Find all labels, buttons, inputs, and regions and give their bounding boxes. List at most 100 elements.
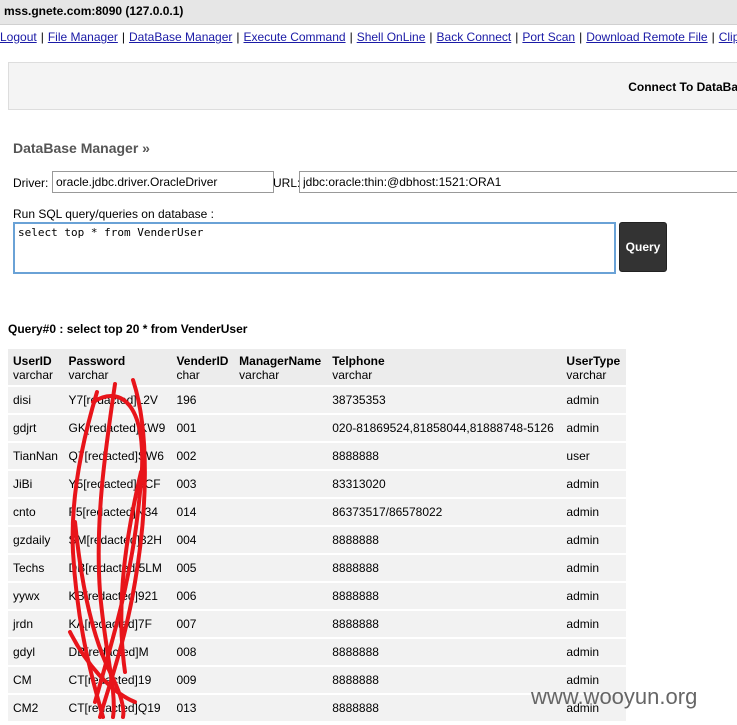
table-cell-venderid: 001 xyxy=(171,414,235,443)
nav-separator: | xyxy=(711,30,715,44)
browser-title-bar: mss.gnete.com:8090 (127.0.0.1) xyxy=(0,0,737,25)
host-label: mss.gnete.com:8090 (127.0.0.1) xyxy=(4,4,184,18)
nav-separator: | xyxy=(515,30,519,44)
nav-separator: | xyxy=(349,30,353,44)
table-cell-managername xyxy=(234,610,328,639)
table-cell-usertype: admin xyxy=(561,414,626,443)
table-cell-usertype: admin xyxy=(561,386,626,415)
table-cell-usertype: admin xyxy=(561,610,626,639)
table-cell-password: DB[redacted]M xyxy=(63,638,172,667)
connect-panel: Connect To DataBa xyxy=(8,62,737,110)
column-header-usertype: UserType varchar xyxy=(561,349,626,387)
sql-query-textarea[interactable]: select top * from VenderUser xyxy=(13,222,616,274)
column-type: char xyxy=(176,368,200,382)
table-cell-telphone: 83313020 xyxy=(327,470,562,499)
table-cell-password: DB[redacted]5LM xyxy=(63,554,172,583)
table-cell-userid: gdjrt xyxy=(8,414,64,443)
table-cell-venderid: 002 xyxy=(171,442,235,471)
table-row: JiBi Y5[redacted]BCF 003 83313020 admin xyxy=(8,470,626,499)
table-cell-password: KA[redacted]7F xyxy=(63,610,172,639)
table-cell-managername xyxy=(234,414,328,443)
query-button[interactable]: Query xyxy=(619,222,667,272)
nav-link-database-manager[interactable]: DataBase Manager xyxy=(129,30,232,44)
table-row: disi Y7[redacted]L2V 196 38735353 admin xyxy=(8,386,626,415)
table-cell-venderid: 196 xyxy=(171,386,235,415)
table-cell-managername xyxy=(234,498,328,527)
nav-link-file-manager[interactable]: File Manager xyxy=(48,30,118,44)
table-cell-telphone: 38735353 xyxy=(327,386,562,415)
table-cell-usertype: admin xyxy=(561,526,626,555)
nav-link-port-scan[interactable]: Port Scan xyxy=(522,30,575,44)
table-row: yywx KB[redacted]921 006 8888888 admin xyxy=(8,582,626,611)
table-cell-usertype: admin xyxy=(561,554,626,583)
table-cell-userid: disi xyxy=(8,386,64,415)
table-cell-userid: Techs xyxy=(8,554,64,583)
table-row: gdjrt GK[redacted]KW9 001 020-81869524,8185… xyxy=(8,414,626,443)
column-header-telphone: Telphone varchar xyxy=(327,349,562,387)
nav-link-shell-online[interactable]: Shell OnLine xyxy=(357,30,426,44)
table-cell-managername xyxy=(234,666,328,695)
table-cell-managername xyxy=(234,694,328,723)
table-cell-userid: cnto xyxy=(8,498,64,527)
driver-input[interactable] xyxy=(52,171,274,193)
table-cell-managername xyxy=(234,442,328,471)
table-cell-venderid: 007 xyxy=(171,610,235,639)
table-row: TianNan Q7[redacted]SW6 002 8888888 user xyxy=(8,442,626,471)
nav-link-logout[interactable]: Logout xyxy=(0,30,37,44)
table-cell-usertype: admin xyxy=(561,470,626,499)
column-type: varchar xyxy=(239,368,280,382)
table-cell-password: CT[redacted]19 xyxy=(63,666,172,695)
table-cell-telphone: 8888888 xyxy=(327,610,562,639)
table-cell-venderid: 014 xyxy=(171,498,235,527)
table-row: Techs DB[redacted]5LM 005 8888888 admin xyxy=(8,554,626,583)
nav-link-download-remote-file[interactable]: Download Remote File xyxy=(586,30,707,44)
table-cell-password: Q7[redacted]SW6 xyxy=(63,442,172,471)
table-cell-venderid: 003 xyxy=(171,470,235,499)
table-cell-managername xyxy=(234,470,328,499)
table-cell-userid: yywx xyxy=(8,582,64,611)
table-cell-venderid: 004 xyxy=(171,526,235,555)
table-cell-telphone: 8888888 xyxy=(327,582,562,611)
nav-link-execute-command[interactable]: Execute Command xyxy=(244,30,346,44)
nav-separator: | xyxy=(236,30,240,44)
table-row: cnto F5[redacted]N34 014 86373517/86578022 a… xyxy=(8,498,626,527)
table-row: gdyl DB[redacted]M 008 8888888 admin xyxy=(8,638,626,667)
table-body: disi Y7[redacted]L2V 196 38735353 admin gdjrt… xyxy=(8,386,626,723)
section-title: DataBase Manager » xyxy=(13,140,150,156)
table-cell-venderid: 013 xyxy=(171,694,235,723)
column-name: UserType xyxy=(566,354,621,368)
table-cell-userid: gzdaily xyxy=(8,526,64,555)
column-header-managername: ManagerName varchar xyxy=(234,349,328,387)
table-cell-password: SM[redacted]32H xyxy=(63,526,172,555)
table-cell-telphone: 8888888 xyxy=(327,442,562,471)
column-header-venderid: VenderID char xyxy=(171,349,235,387)
nav-separator: | xyxy=(579,30,583,44)
table-cell-userid: jrdn xyxy=(8,610,64,639)
table-cell-telphone: 020-81869524,81858044,81888748-5126 xyxy=(327,414,562,443)
nav-separator: | xyxy=(121,30,125,44)
url-input[interactable] xyxy=(299,171,737,193)
table-cell-usertype: admin xyxy=(561,582,626,611)
table-cell-usertype: user xyxy=(561,442,626,471)
column-header-password: Password varchar xyxy=(63,349,172,387)
table-cell-telphone: 8888888 xyxy=(327,554,562,583)
table-cell-venderid: 005 xyxy=(171,554,235,583)
table-cell-password: Y5[redacted]BCF xyxy=(63,470,172,499)
table-cell-usertype: admin xyxy=(561,498,626,527)
table-cell-userid: CM xyxy=(8,666,64,695)
table-cell-userid: gdyl xyxy=(8,638,64,667)
table-cell-userid: TianNan xyxy=(8,442,64,471)
table-header-row: UserID varchar Password varchar VenderID char… xyxy=(8,349,626,387)
query-heading: Query#0 : select top 20 * from VenderUse… xyxy=(8,322,248,336)
table-cell-password: KB[redacted]921 xyxy=(63,582,172,611)
table-cell-usertype: admin xyxy=(561,638,626,667)
table-cell-managername xyxy=(234,582,328,611)
column-type: varchar xyxy=(566,368,607,382)
panel-title: Connect To DataBa xyxy=(628,80,737,94)
table-cell-userid: JiBi xyxy=(8,470,64,499)
nav-link-back-connect[interactable]: Back Connect xyxy=(437,30,512,44)
nav-link-clipb[interactable]: ClipB xyxy=(719,30,737,44)
result-table: UserID varchar Password varchar VenderID char… xyxy=(8,349,626,723)
table-cell-password: F5[redacted]N34 xyxy=(63,498,172,527)
column-name: UserID xyxy=(13,354,52,368)
